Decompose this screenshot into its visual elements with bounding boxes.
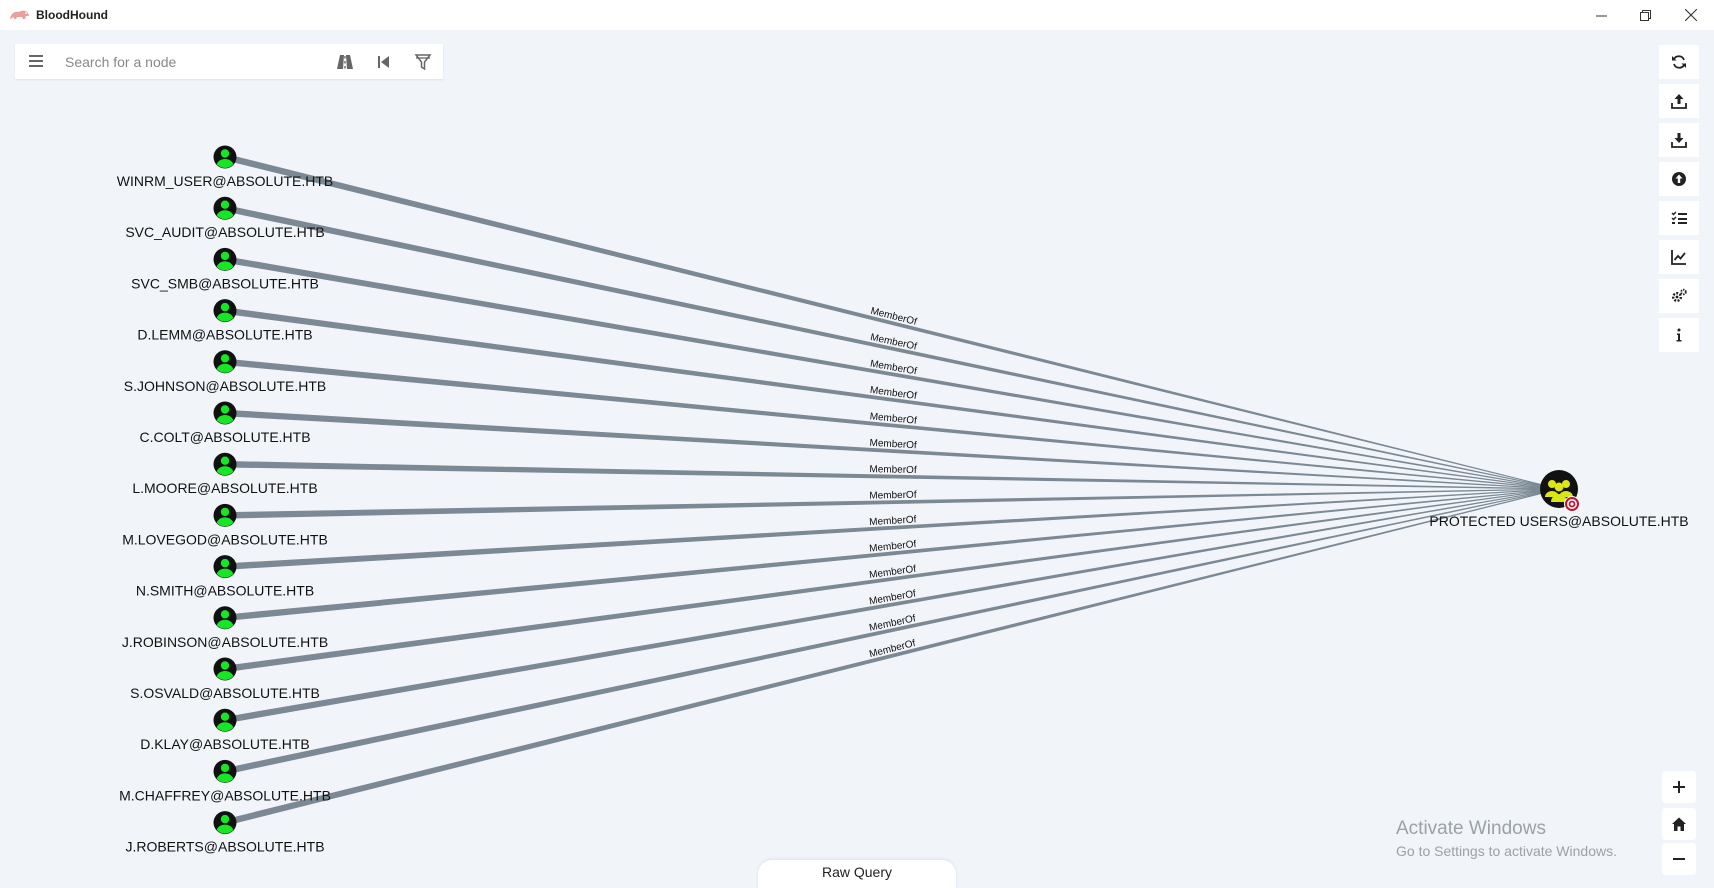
export-icon — [1671, 94, 1687, 109]
minimize-icon — [1595, 15, 1607, 16]
home-button[interactable] — [1662, 808, 1696, 840]
bloodhound-logo-icon — [10, 10, 29, 19]
zoom-out-icon — [1673, 858, 1685, 860]
search-bar — [15, 44, 443, 79]
user-node-label: S.OSVALD@ABSOLUTE.HTB — [130, 685, 320, 701]
restore-icon — [1639, 9, 1651, 21]
title-bar: BloodHound — [0, 0, 1714, 30]
member-of-edge[interactable] — [224, 488, 1560, 826]
minimize-button[interactable] — [1578, 0, 1624, 30]
user-node[interactable]: C.COLT@ABSOLUTE.HTB — [139, 401, 311, 446]
close-icon — [1685, 9, 1697, 21]
import-icon — [1671, 133, 1687, 148]
zoom-in-icon — [1673, 781, 1685, 793]
high-value-target-icon — [1564, 496, 1580, 512]
menu-icon[interactable] — [28, 53, 44, 69]
user-node-label: M.LOVEGOD@ABSOLUTE.HTB — [122, 531, 328, 547]
queries-icon — [1671, 211, 1687, 224]
group-node-label: PROTECTED USERS@ABSOLUTE.HTB — [1429, 513, 1688, 529]
pathfinding-icon[interactable] — [336, 53, 354, 71]
user-node[interactable]: L.MOORE@ABSOLUTE.HTB — [132, 452, 318, 497]
restore-button[interactable] — [1622, 0, 1668, 30]
user-node[interactable]: S.JOHNSON@ABSOLUTE.HTB — [124, 350, 326, 394]
user-node-label: J.ROBERTS@ABSOLUTE.HTB — [125, 839, 324, 855]
group-node[interactable]: PROTECTED USERS@ABSOLUTE.HTB — [1429, 470, 1689, 529]
zoom-out-button[interactable] — [1662, 843, 1696, 875]
user-node[interactable]: S.OSVALD@ABSOLUTE.HTB — [130, 657, 320, 702]
user-node[interactable]: J.ROBERTS@ABSOLUTE.HTB — [125, 811, 325, 855]
filter-icon[interactable] — [414, 53, 432, 71]
chart-button[interactable] — [1659, 240, 1699, 274]
user-node[interactable]: M.CHAFFREY@ABSOLUTE.HTB — [119, 759, 331, 804]
user-node-label: M.CHAFFREY@ABSOLUTE.HTB — [119, 787, 331, 803]
user-node-label: WINRM_USER@ABSOLUTE.HTB — [117, 173, 333, 189]
export-button[interactable] — [1659, 84, 1699, 118]
user-node[interactable]: D.KLAY@ABSOLUTE.HTB — [140, 708, 310, 753]
refresh-icon — [1672, 55, 1686, 69]
zoom-in-button[interactable] — [1662, 771, 1696, 803]
graph-canvas[interactable]: MemberOfMemberOfMemberOfMemberOfMemberOf… — [0, 30, 1714, 888]
info-button[interactable] — [1659, 318, 1699, 352]
search-input[interactable] — [65, 50, 335, 73]
user-node-label: S.JOHNSON@ABSOLUTE.HTB — [124, 378, 326, 394]
settings-icon — [1672, 288, 1687, 302]
edge-label: MemberOf — [869, 490, 917, 502]
user-node[interactable]: M.LOVEGOD@ABSOLUTE.HTB — [122, 503, 328, 548]
activate-windows-title: Activate Windows — [1396, 818, 1546, 839]
user-node[interactable]: WINRM_USER@ABSOLUTE.HTB — [117, 145, 333, 190]
upload-data-button[interactable] — [1659, 162, 1699, 196]
edge-label: MemberOf — [869, 464, 917, 476]
window-title: BloodHound — [36, 8, 108, 22]
upload-icon — [1672, 172, 1686, 186]
user-node-label: SVC_AUDIT@ABSOLUTE.HTB — [125, 224, 324, 240]
back-icon[interactable] — [375, 53, 393, 71]
user-node-label: C.COLT@ABSOLUTE.HTB — [139, 429, 310, 445]
user-node-label: N.SMITH@ABSOLUTE.HTB — [136, 583, 314, 599]
home-icon — [1672, 817, 1686, 831]
user-node-label: J.ROBINSON@ABSOLUTE.HTB — [122, 634, 328, 650]
member-of-edge[interactable] — [224, 488, 1560, 775]
user-node-label: D.KLAY@ABSOLUTE.HTB — [140, 736, 310, 752]
chart-icon — [1671, 250, 1686, 265]
user-node[interactable]: SVC_AUDIT@ABSOLUTE.HTB — [125, 196, 325, 241]
activate-windows-subtitle: Go to Settings to activate Windows. — [1396, 843, 1617, 859]
settings-button[interactable] — [1659, 279, 1699, 313]
user-node-label: D.LEMM@ABSOLUTE.HTB — [137, 327, 312, 343]
user-node-label: L.MOORE@ABSOLUTE.HTB — [132, 480, 317, 496]
import-button[interactable] — [1659, 123, 1699, 157]
queries-button[interactable] — [1659, 201, 1699, 235]
user-node-label: SVC_SMB@ABSOLUTE.HTB — [131, 275, 319, 291]
close-button[interactable] — [1668, 0, 1714, 30]
refresh-button[interactable] — [1659, 45, 1699, 79]
info-icon — [1676, 328, 1682, 342]
raw-query-toggle[interactable]: Raw Query — [758, 860, 956, 888]
